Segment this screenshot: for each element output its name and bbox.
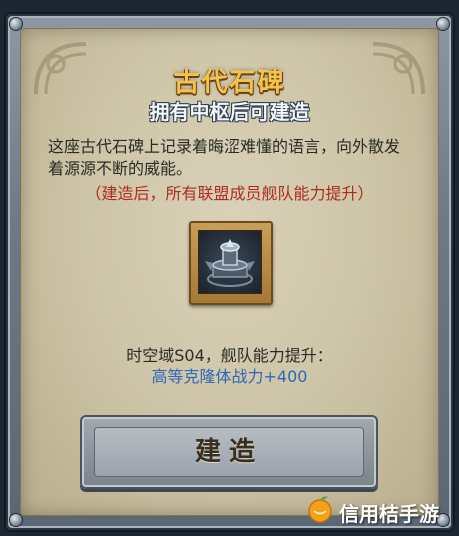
bonus-value: 高等克隆体战力+400 (151, 367, 308, 386)
watermark-text: 信用桔手游 (339, 502, 439, 526)
build-button-plate: 建造 (94, 427, 364, 477)
ancient-monument-icon (198, 230, 262, 294)
dialog-title: 古代石碑 (173, 68, 286, 98)
description-text: 这座古代石碑上记录着晦涩难懂的语言，向外散发着源源不断的威能。 (48, 137, 401, 178)
dialog-subtitle: 拥有中枢后可建造 (149, 100, 310, 124)
build-button[interactable]: 建造 (80, 415, 378, 489)
monument-item-slot[interactable] (189, 221, 273, 305)
watermark: 信用桔手游 (305, 490, 459, 530)
dialog-panel: 古代石碑 拥有中枢后可建造 这座古代石碑上记录着晦涩难懂的语言，向外散发着源源不… (20, 28, 439, 516)
build-button-label: 建造 (194, 437, 263, 467)
rivet-icon (10, 514, 22, 526)
orange-logo-icon (308, 496, 332, 523)
rivet-icon (437, 18, 449, 30)
alliance-note: （建造后，所有联盟成员舰队能力提升） (85, 184, 374, 203)
